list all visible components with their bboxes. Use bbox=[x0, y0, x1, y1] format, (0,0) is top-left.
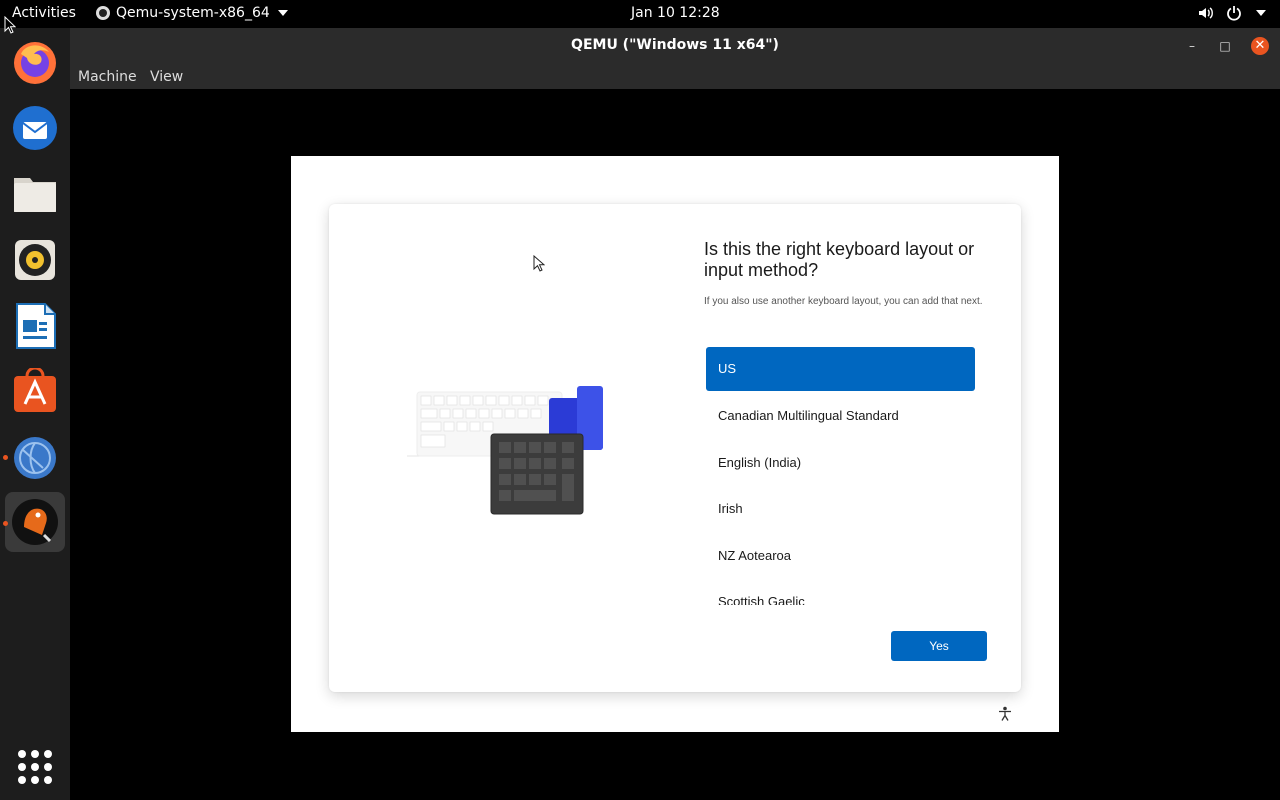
rhythmbox-icon bbox=[15, 240, 55, 280]
system-tray[interactable] bbox=[1198, 5, 1266, 21]
close-button[interactable]: ✕ bbox=[1251, 37, 1269, 55]
dock-network-app[interactable] bbox=[5, 428, 65, 488]
clock[interactable]: Jan 10 12:28 bbox=[631, 5, 720, 21]
keyboard-illustration bbox=[407, 386, 603, 515]
layout-option-scottish-gaelic[interactable]: Scottish Gaelic bbox=[706, 580, 975, 605]
minimize-button[interactable]: – bbox=[1184, 38, 1200, 54]
ubuntu-software-icon bbox=[14, 368, 56, 412]
menu-machine[interactable]: Machine bbox=[78, 69, 137, 85]
chevron-down-icon bbox=[1256, 10, 1266, 16]
libreoffice-writer-icon bbox=[16, 303, 56, 349]
dock-firefox[interactable] bbox=[5, 32, 65, 92]
accessibility-icon[interactable] bbox=[998, 706, 1012, 722]
files-icon bbox=[14, 178, 56, 212]
dock-software[interactable] bbox=[5, 362, 65, 422]
dock bbox=[0, 28, 70, 800]
window-title: QEMU ("Windows 11 x64") bbox=[571, 37, 779, 53]
qemu-icon bbox=[12, 499, 58, 545]
menu-view[interactable]: View bbox=[150, 69, 183, 85]
qemu-small-icon bbox=[96, 6, 110, 20]
dock-rhythmbox[interactable] bbox=[5, 230, 65, 290]
page-subtitle: If you also use another keyboard layout,… bbox=[704, 296, 983, 307]
layout-option-us[interactable]: US bbox=[706, 347, 975, 391]
layout-option-nz-aotearoa[interactable]: NZ Aotearoa bbox=[706, 534, 975, 578]
dock-files[interactable] bbox=[5, 164, 65, 224]
activities-button[interactable]: Activities bbox=[12, 5, 76, 21]
running-indicator bbox=[3, 455, 8, 460]
app-menu[interactable]: Qemu-system-x86_64 bbox=[96, 5, 288, 21]
dock-writer[interactable] bbox=[5, 296, 65, 356]
top-bar: Activities Qemu-system-x86_64 Jan 10 12:… bbox=[0, 0, 1280, 28]
dock-thunderbird[interactable] bbox=[5, 98, 65, 158]
network-app-icon bbox=[14, 437, 56, 479]
layout-option-irish[interactable]: Irish bbox=[706, 487, 975, 531]
maximize-button[interactable]: □ bbox=[1217, 38, 1233, 54]
layout-option-english-india[interactable]: English (India) bbox=[706, 441, 975, 485]
mouse-pointer-icon bbox=[533, 255, 545, 272]
title-bar: QEMU ("Windows 11 x64") – □ ✕ bbox=[70, 28, 1280, 64]
oobe-card: Is this the right keyboard layout or inp… bbox=[329, 204, 1021, 692]
power-icon bbox=[1227, 6, 1241, 21]
qemu-window: QEMU ("Windows 11 x64") – □ ✕ Machine Vi… bbox=[70, 28, 1280, 800]
show-applications-button[interactable] bbox=[18, 750, 52, 784]
firefox-icon bbox=[14, 42, 56, 84]
host-mouse-pointer-icon bbox=[4, 16, 16, 34]
chevron-down-icon bbox=[277, 10, 288, 16]
volume-icon bbox=[1199, 7, 1213, 19]
menu-bar: Machine View bbox=[70, 64, 1280, 89]
page-title: Is this the right keyboard layout or inp… bbox=[704, 239, 975, 280]
app-menu-label: Qemu-system-x86_64 bbox=[116, 5, 270, 21]
thunderbird-icon bbox=[13, 106, 57, 150]
guest-screen[interactable]: Is this the right keyboard layout or inp… bbox=[291, 156, 1059, 732]
yes-button[interactable]: Yes bbox=[891, 631, 987, 661]
running-indicator bbox=[3, 521, 8, 526]
keyboard-layout-list[interactable]: US Canadian Multilingual Standard Englis… bbox=[706, 347, 976, 605]
layout-option-canadian-multilingual[interactable]: Canadian Multilingual Standard bbox=[706, 394, 975, 438]
dock-qemu[interactable] bbox=[5, 492, 65, 552]
